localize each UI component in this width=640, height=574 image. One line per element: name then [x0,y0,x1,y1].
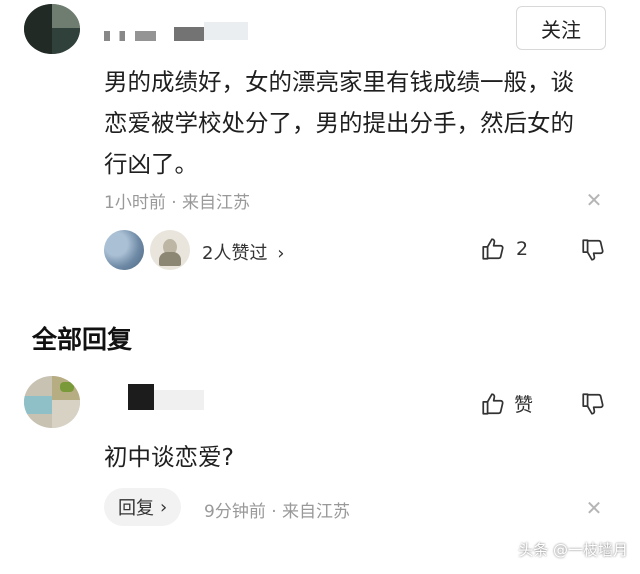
thumbs-up-icon [480,236,506,262]
thumbs-up-icon [480,391,506,417]
liker-avatar[interactable] [104,230,144,270]
comment-like-button[interactable]: 2 [480,236,528,262]
comment-text: 男的成绩好，女的漂亮家里有钱成绩一般，谈恋爱被学校处分了，男的提出分手，然后女的… [104,68,574,178]
comment-dislike-button[interactable] [580,237,606,263]
reply-text: 初中谈恋爱? [104,443,234,471]
chevron-right-icon: › [277,243,285,264]
liker-avatar[interactable] [150,230,190,270]
commenter-avatar[interactable] [24,4,80,54]
watermark: 头条 @一枝墙月 [518,541,628,559]
close-icon[interactable]: ✕ [582,188,606,212]
chevron-right-icon: › [160,496,168,518]
replier-name-redacted[interactable] [128,384,208,412]
follow-button[interactable]: 关注 [516,6,606,50]
like-count: 2 [516,238,529,260]
close-icon[interactable]: ✕ [582,496,606,520]
likers-link[interactable]: 2人赞过 › [202,239,284,265]
reply-like-button[interactable]: 赞 [480,390,533,417]
likers-text: 2人赞过 [202,243,268,264]
reply-meta: 9分钟前 · 来自江苏 [204,502,351,522]
reply-dislike-button[interactable] [580,391,606,417]
commenter-name-redacted[interactable] [104,22,250,42]
thumbs-down-icon [580,391,606,417]
comment-meta: 1小时前 · 来自江苏 [104,193,251,213]
replier-avatar[interactable] [24,376,80,428]
reply-button[interactable]: 回复 › [104,488,182,526]
replies-section-title: 全部回复 [32,325,133,354]
reply-button-label: 回复 [118,498,154,519]
reply-like-label: 赞 [514,394,534,416]
thumbs-down-icon [580,237,606,263]
